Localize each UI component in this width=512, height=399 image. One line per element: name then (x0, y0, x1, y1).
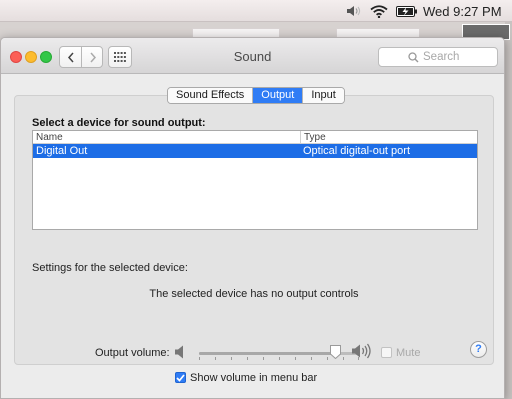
volume-slider-knob[interactable] (329, 345, 341, 360)
tab-bar: Sound Effects Output Input (167, 87, 345, 104)
tab-sound-effects[interactable]: Sound Effects (168, 88, 254, 103)
show-volume-checkbox[interactable] (175, 372, 186, 383)
title-bar: Sound Search (1, 38, 504, 74)
volume-icon[interactable] (346, 0, 362, 22)
mute-label: Mute (396, 347, 421, 359)
select-device-label: Select a device for sound output: (32, 117, 206, 129)
search-field[interactable]: Search (378, 47, 498, 67)
show-volume-label: Show volume in menu bar (190, 372, 318, 384)
column-header-name[interactable]: Name (36, 131, 63, 144)
mute-checkbox[interactable] (381, 347, 392, 358)
checkmark-icon (176, 373, 185, 382)
no-controls-message: The selected device has no output contro… (149, 288, 359, 300)
column-header-type[interactable]: Type (300, 131, 326, 144)
menubar-clock[interactable]: Wed 9:27 PM (423, 0, 502, 22)
help-button[interactable]: ? (470, 341, 487, 358)
output-device-table[interactable]: Name Type Digital Out Optical digital-ou… (32, 130, 478, 230)
battery-charging-icon[interactable] (396, 0, 418, 22)
tab-output[interactable]: Output (253, 88, 304, 103)
device-name-cell: Digital Out (36, 145, 88, 157)
desktop-background (505, 22, 512, 399)
volume-slider-fill (199, 352, 335, 355)
device-type-cell: Optical digital-out port (303, 145, 410, 157)
wifi-icon[interactable] (370, 0, 388, 22)
table-row[interactable]: Digital Out Optical digital-out port (33, 144, 477, 158)
search-icon (408, 52, 419, 63)
settings-label: Settings for the selected device: (32, 262, 188, 274)
menu-bar: Wed 9:27 PM (0, 0, 512, 22)
tab-input[interactable]: Input (303, 88, 344, 103)
output-volume-label: Output volume: (95, 347, 170, 359)
volume-low-icon (174, 345, 186, 362)
sound-preferences-window: Sound Search Sound Effects Output Input … (0, 37, 505, 399)
output-panel: Select a device for sound output: Name T… (14, 95, 494, 365)
volume-high-icon (351, 343, 373, 362)
table-header: Name Type (33, 131, 477, 144)
search-placeholder: Search (423, 51, 460, 63)
